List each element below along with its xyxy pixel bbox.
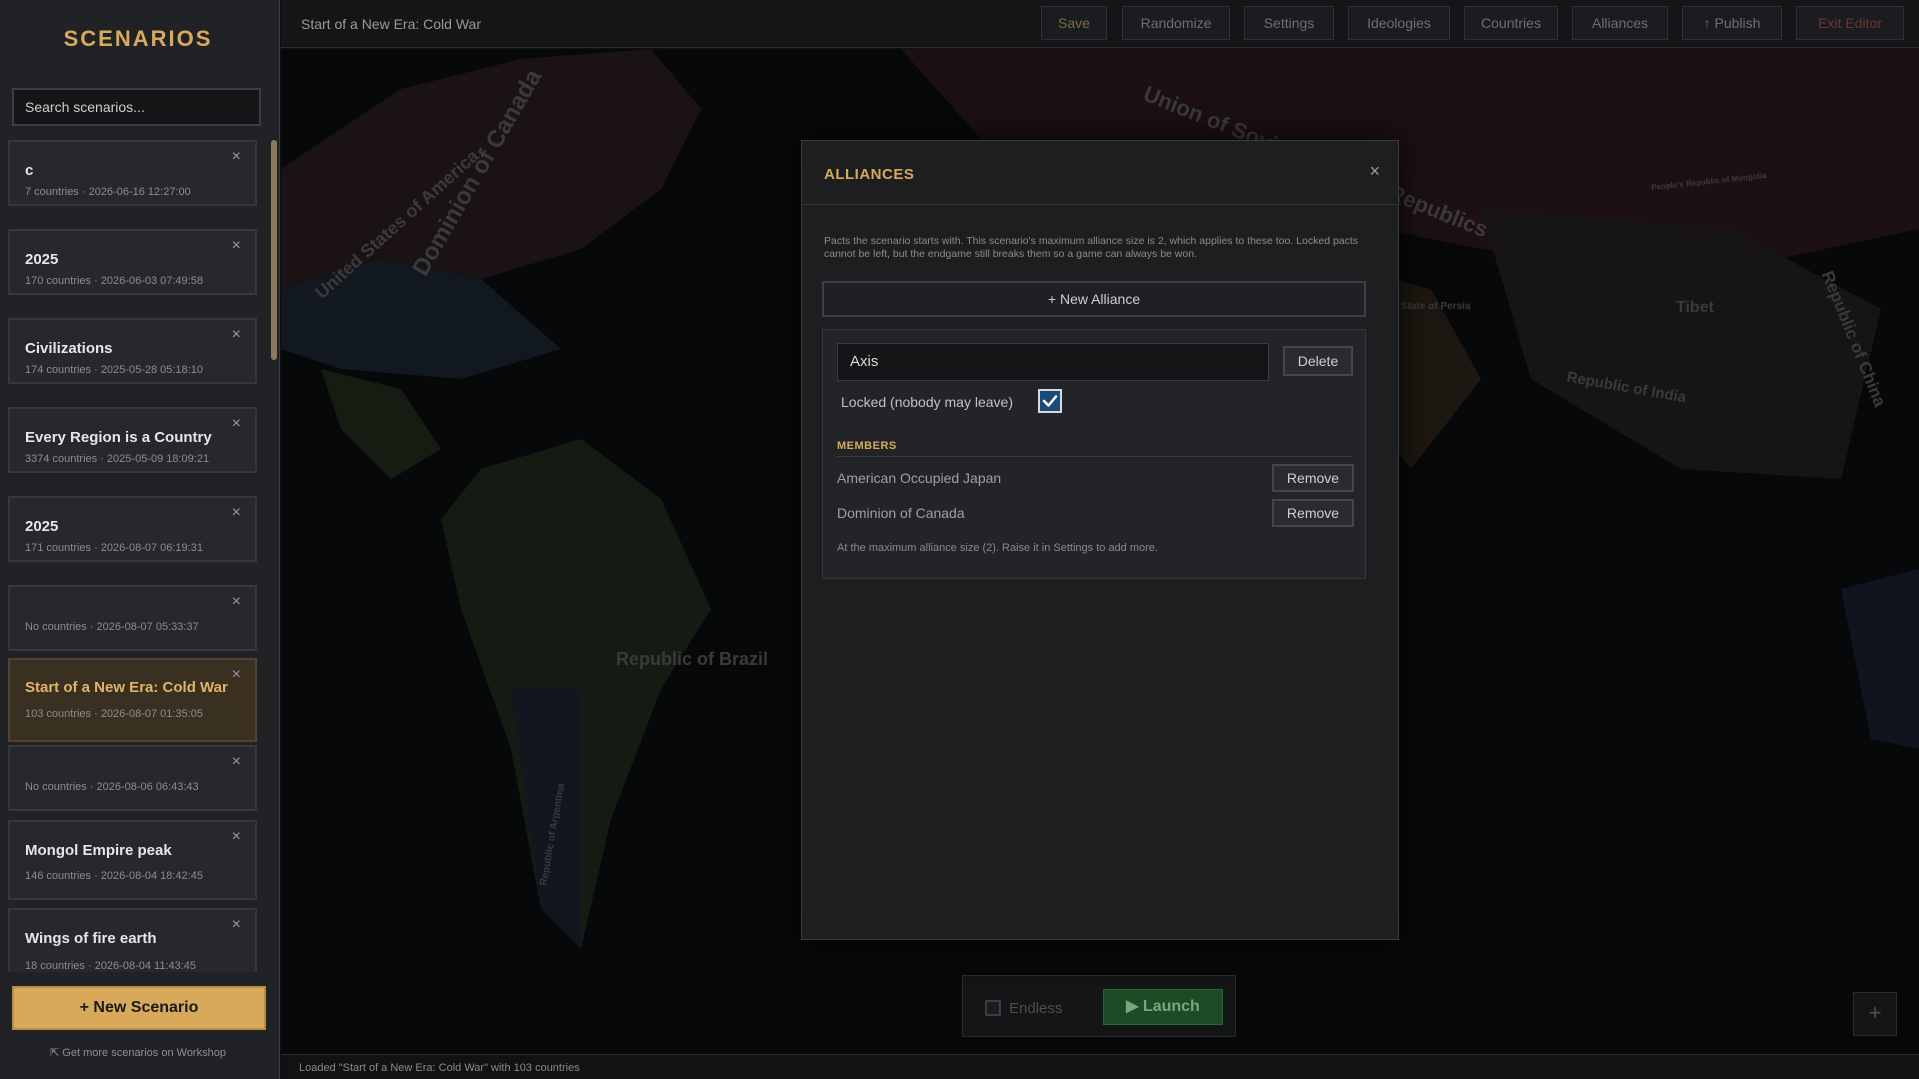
launch-panel: Endless ▶ Launch: [962, 975, 1236, 1037]
editor-toolbar: Start of a New Era: Cold War Save Random…: [281, 0, 1919, 48]
scenario-name: Civilizations: [25, 340, 113, 357]
close-icon[interactable]: ×: [232, 237, 241, 255]
endless-label: Endless: [1009, 1000, 1063, 1017]
exit-editor-button[interactable]: Exit Editor: [1796, 6, 1904, 40]
close-icon[interactable]: ×: [232, 504, 241, 522]
scenario-meta: No countries · 2026-08-06 06:43:43: [25, 781, 199, 793]
locked-label: Locked (nobody may leave): [841, 394, 1013, 410]
scenario-title: Start of a New Era: Cold War: [301, 16, 481, 32]
remove-member-button[interactable]: Remove: [1272, 499, 1354, 527]
close-icon[interactable]: ×: [1369, 161, 1380, 182]
alliances-modal: ALLIANCES × Pacts the scenario starts wi…: [801, 140, 1399, 940]
close-icon[interactable]: ×: [232, 666, 241, 684]
scenario-item[interactable]: Civilizations 174 countries · 2025-05-28…: [8, 318, 257, 384]
scenario-meta: 18 countries · 2026-08-04 11:43:45: [25, 960, 197, 972]
close-icon[interactable]: ×: [232, 148, 241, 166]
remove-member-button[interactable]: Remove: [1272, 464, 1354, 492]
scenario-name: Start of a New Era: Cold War: [25, 679, 228, 696]
modal-title: ALLIANCES: [824, 166, 915, 183]
modal-description: Pacts the scenario starts with. This sce…: [824, 235, 1359, 260]
scenario-name: Every Region is a Country: [25, 429, 212, 446]
status-text: Loaded "Start of a New Era: Cold War" wi…: [299, 1062, 580, 1074]
scrollbar-thumb[interactable]: [271, 140, 277, 360]
countries-button[interactable]: Countries: [1464, 6, 1558, 40]
checkmark-icon: [1042, 395, 1058, 407]
new-alliance-button[interactable]: + New Alliance: [822, 281, 1366, 317]
settings-button[interactable]: Settings: [1244, 6, 1334, 40]
scenario-item[interactable]: No countries · 2026-08-07 05:33:37 ×: [8, 585, 257, 651]
close-icon[interactable]: ×: [232, 753, 241, 771]
close-icon[interactable]: ×: [232, 326, 241, 344]
randomize-button[interactable]: Randomize: [1122, 6, 1230, 40]
endless-checkbox[interactable]: [985, 1000, 1001, 1016]
scenario-name: c: [25, 162, 34, 179]
scenario-meta: 146 countries · 2026-08-04 18:42:45: [25, 870, 203, 882]
members-divider: [837, 456, 1353, 457]
modal-header: ALLIANCES ×: [802, 141, 1398, 205]
scenario-item[interactable]: 2025 171 countries · 2026-08-07 06:19:31…: [8, 496, 257, 562]
publish-button[interactable]: ↑ Publish: [1682, 6, 1782, 40]
scenario-item[interactable]: 2025 170 countries · 2026-06-03 07:49:58…: [8, 229, 257, 295]
scenario-name: Wings of fire earth: [25, 930, 157, 947]
scenario-name: 2025: [25, 518, 59, 535]
locked-checkbox[interactable]: [1038, 389, 1062, 413]
delete-alliance-button[interactable]: Delete: [1283, 346, 1353, 376]
scenario-name: 2025: [25, 251, 59, 268]
scenario-meta: 170 countries · 2026-06-03 07:49:58: [25, 275, 203, 287]
launch-button[interactable]: ▶ Launch: [1103, 989, 1223, 1025]
scenario-meta: No countries · 2026-08-07 05:33:37: [25, 621, 199, 633]
scenario-item[interactable]: Every Region is a Country 3374 countries…: [8, 407, 257, 473]
scenario-item[interactable]: c 7 countries · 2026-06-16 12:27:00 ×: [8, 140, 257, 206]
member-name: Dominion of Canada: [837, 505, 965, 521]
max-size-note: At the maximum alliance size (2). Raise …: [837, 542, 1158, 554]
scenario-item[interactable]: Wings of fire earth 18 countries · 2026-…: [8, 908, 257, 972]
scenario-item[interactable]: No countries · 2026-08-06 06:43:43 ×: [8, 745, 257, 811]
scenario-meta: 3374 countries · 2025-05-09 18:09:21: [25, 453, 210, 465]
scenario-meta: 103 countries · 2026-08-07 01:35:05: [25, 708, 203, 720]
close-icon[interactable]: ×: [232, 415, 241, 433]
scenario-meta: 7 countries · 2026-06-16 12:27:00: [25, 186, 191, 198]
alliance-card: Axis Delete Locked (nobody may leave) ME…: [822, 329, 1366, 579]
scenario-sidebar: SCENARIOS Search scenarios... c 7 countr…: [0, 0, 280, 1079]
close-icon[interactable]: ×: [232, 593, 241, 611]
scenario-item-active[interactable]: Start of a New Era: Cold War 103 countri…: [8, 658, 257, 742]
alliances-button[interactable]: Alliances: [1572, 6, 1668, 40]
workshop-link[interactable]: ⇱ Get more scenarios on Workshop: [0, 1046, 276, 1059]
save-button[interactable]: Save: [1041, 6, 1107, 40]
status-bar: Loaded "Start of a New Era: Cold War" wi…: [281, 1054, 1919, 1079]
search-input[interactable]: Search scenarios...: [12, 88, 261, 126]
sidebar-title: SCENARIOS: [63, 26, 213, 51]
zoom-plus-button[interactable]: +: [1853, 992, 1897, 1036]
close-icon[interactable]: ×: [232, 916, 241, 934]
new-scenario-button[interactable]: + New Scenario: [12, 986, 266, 1030]
ideologies-button[interactable]: Ideologies: [1348, 6, 1450, 40]
member-name: American Occupied Japan: [837, 470, 1002, 486]
scenario-name: Mongol Empire peak: [25, 842, 172, 859]
scenario-item[interactable]: Mongol Empire peak 146 countries · 2026-…: [8, 820, 257, 900]
scenario-meta: 171 countries · 2026-08-07 06:19:31: [25, 542, 203, 554]
scenario-meta: 174 countries · 2025-05-28 05:18:10: [25, 364, 203, 376]
scenario-list: c 7 countries · 2026-06-16 12:27:00 × 20…: [8, 140, 258, 972]
alliance-name-input[interactable]: Axis: [837, 343, 1269, 381]
members-title: MEMBERS: [837, 440, 897, 452]
close-icon[interactable]: ×: [232, 828, 241, 846]
